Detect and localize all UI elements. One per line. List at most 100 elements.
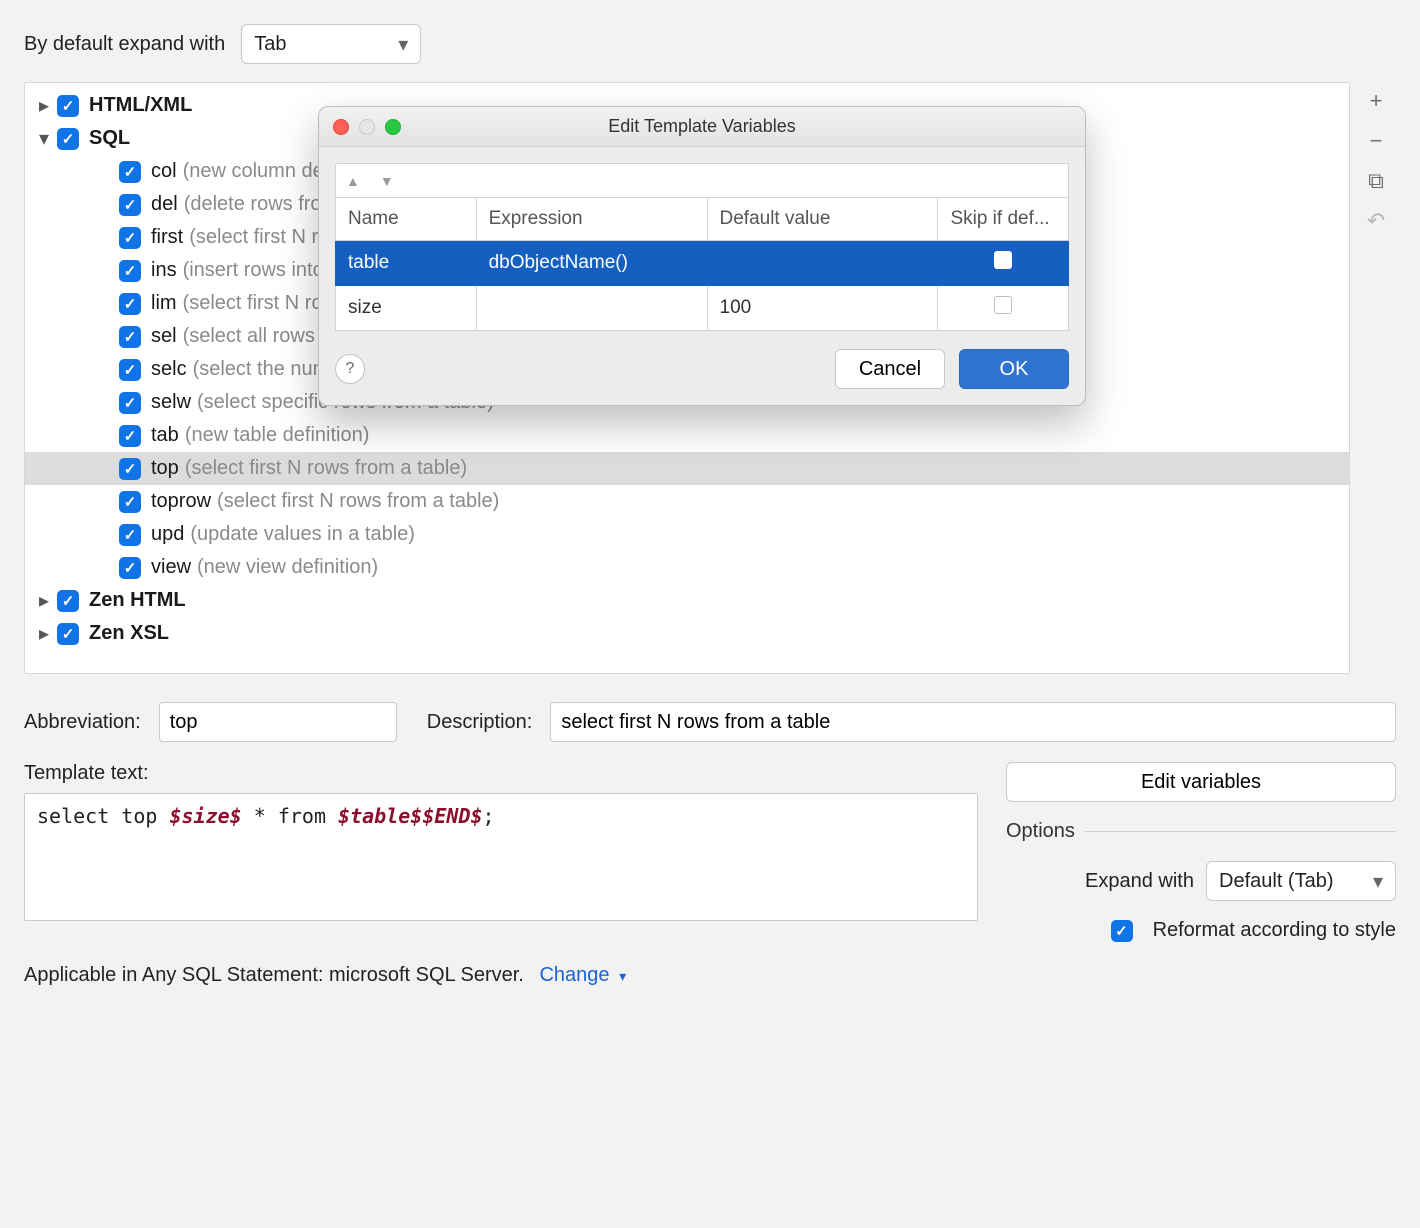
- item-desc: (new view definition): [197, 556, 378, 579]
- group-checkbox[interactable]: [57, 623, 79, 645]
- template-text-editor[interactable]: select top $size$ * from $table$$END$;: [24, 793, 978, 921]
- item-checkbox[interactable]: [119, 194, 141, 216]
- item-checkbox[interactable]: [119, 524, 141, 546]
- item-checkbox[interactable]: [119, 326, 141, 348]
- group-checkbox[interactable]: [57, 95, 79, 117]
- col-expr[interactable]: Expression: [476, 198, 707, 241]
- expand-with-value: Default (Tab): [1219, 870, 1334, 893]
- chevron-down-icon[interactable]: ▾: [35, 126, 53, 151]
- item-abbr: lim: [151, 292, 177, 315]
- item-desc: (select first N rows from a table): [185, 457, 467, 480]
- edit-variables-button[interactable]: Edit variables: [1006, 762, 1396, 802]
- cell-skip[interactable]: [938, 286, 1069, 331]
- cell-default[interactable]: 100: [707, 286, 938, 331]
- chevron-right-icon[interactable]: ▸: [35, 93, 53, 118]
- tree-item[interactable]: ▸toprow(select first N rows from a table…: [25, 485, 1349, 518]
- dialog-titlebar[interactable]: Edit Template Variables: [319, 107, 1085, 147]
- cell-expression[interactable]: [476, 286, 707, 331]
- item-abbr: del: [151, 193, 178, 216]
- item-checkbox[interactable]: [119, 392, 141, 414]
- cell-name[interactable]: size: [336, 286, 477, 331]
- template-text-label: Template text:: [24, 762, 978, 785]
- item-abbr: selc: [151, 358, 187, 381]
- tree-item[interactable]: ▸top(select first N rows from a table): [25, 452, 1349, 485]
- move-down-icon[interactable]: ▼: [380, 173, 394, 189]
- edit-template-variables-dialog: Edit Template Variables ▲ ▼ Name Express…: [318, 106, 1086, 406]
- item-checkbox[interactable]: [119, 359, 141, 381]
- cancel-button[interactable]: Cancel: [835, 349, 945, 389]
- col-def[interactable]: Default value: [707, 198, 938, 241]
- variables-table: Name Expression Default value Skip if de…: [335, 197, 1069, 331]
- item-checkbox[interactable]: [119, 458, 141, 480]
- expand-with-default-label: By default expand with: [24, 33, 225, 56]
- change-context-link[interactable]: Change ▾: [539, 964, 626, 986]
- item-abbr: selw: [151, 391, 191, 414]
- description-input[interactable]: [550, 702, 1396, 742]
- options-label: Options: [1006, 820, 1075, 843]
- move-up-icon[interactable]: ▲: [346, 173, 360, 189]
- tree-item[interactable]: ▸view(new view definition): [25, 551, 1349, 584]
- item-checkbox[interactable]: [119, 491, 141, 513]
- item-abbr: tab: [151, 424, 179, 447]
- help-button[interactable]: ?: [335, 354, 365, 384]
- item-desc: (update values in a table): [190, 523, 415, 546]
- group-label: HTML/XML: [89, 94, 192, 117]
- chevron-right-icon[interactable]: ▸: [35, 588, 53, 613]
- chevron-right-icon[interactable]: ▸: [35, 621, 53, 646]
- divider: [1085, 831, 1396, 832]
- group-label: Zen HTML: [89, 589, 186, 612]
- description-label: Description:: [427, 711, 533, 734]
- item-desc: (new table definition): [185, 424, 370, 447]
- group-label: SQL: [89, 127, 130, 150]
- template-variable-token: $table$: [338, 804, 422, 828]
- copy-icon[interactable]: ⧉: [1368, 168, 1384, 194]
- group-checkbox[interactable]: [57, 590, 79, 612]
- close-icon[interactable]: [333, 119, 349, 135]
- table-row[interactable]: size 100: [336, 286, 1069, 331]
- cell-skip[interactable]: [938, 241, 1069, 286]
- expand-with-default-combo[interactable]: Tab ▾: [241, 24, 421, 64]
- template-text-token: * from: [242, 804, 338, 828]
- tree-side-toolbar: + − ⧉ ↶: [1356, 82, 1396, 234]
- zoom-icon[interactable]: [385, 119, 401, 135]
- tree-group[interactable]: ▸ Zen HTML: [25, 584, 1349, 617]
- reformat-checkbox[interactable]: [1111, 920, 1133, 942]
- group-label: Zen XSL: [89, 622, 169, 645]
- item-checkbox[interactable]: [119, 293, 141, 315]
- chevron-down-icon: ▾: [398, 32, 408, 57]
- variables-reorder-toolbar: ▲ ▼: [335, 163, 1069, 197]
- cell-expression[interactable]: dbObjectName(): [476, 241, 707, 286]
- add-icon[interactable]: +: [1370, 88, 1383, 114]
- cell-name[interactable]: table: [336, 241, 477, 286]
- item-checkbox[interactable]: [119, 425, 141, 447]
- abbreviation-label: Abbreviation:: [24, 711, 141, 734]
- item-abbr: upd: [151, 523, 184, 546]
- ok-button[interactable]: OK: [959, 349, 1069, 389]
- expand-with-combo[interactable]: Default (Tab) ▾: [1206, 861, 1396, 901]
- col-skip[interactable]: Skip if def...: [938, 198, 1069, 241]
- tree-item[interactable]: ▸tab(new table definition): [25, 419, 1349, 452]
- cell-default[interactable]: [707, 241, 938, 286]
- item-checkbox[interactable]: [119, 260, 141, 282]
- abbreviation-input[interactable]: [159, 702, 397, 742]
- item-abbr: col: [151, 160, 177, 183]
- item-abbr: first: [151, 226, 183, 249]
- table-row[interactable]: tabledbObjectName(): [336, 241, 1069, 286]
- item-checkbox[interactable]: [119, 227, 141, 249]
- item-desc: (select first N rows from a table): [217, 490, 499, 513]
- skip-checkbox[interactable]: [994, 251, 1012, 269]
- col-name[interactable]: Name: [336, 198, 477, 241]
- tree-item[interactable]: ▸upd(update values in a table): [25, 518, 1349, 551]
- expand-with-default-value: Tab: [254, 33, 286, 56]
- remove-icon[interactable]: −: [1370, 128, 1383, 154]
- item-abbr: ins: [151, 259, 177, 282]
- item-checkbox[interactable]: [119, 161, 141, 183]
- chevron-down-icon: ▾: [1373, 869, 1383, 894]
- skip-checkbox[interactable]: [994, 296, 1012, 314]
- undo-icon[interactable]: ↶: [1367, 208, 1385, 234]
- group-checkbox[interactable]: [57, 128, 79, 150]
- minimize-icon: [359, 119, 375, 135]
- applicable-text: Applicable in Any SQL Statement: microso…: [24, 964, 524, 986]
- item-checkbox[interactable]: [119, 557, 141, 579]
- tree-group[interactable]: ▸ Zen XSL: [25, 617, 1349, 650]
